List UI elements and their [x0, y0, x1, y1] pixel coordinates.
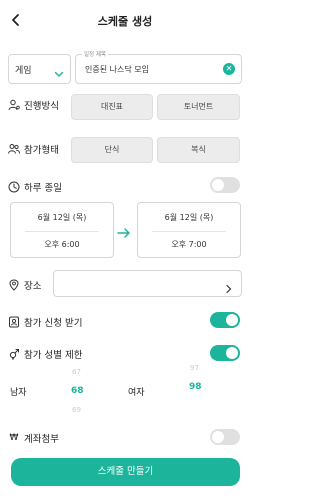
gender-limit-label: 참가 성별 제한: [8, 347, 82, 361]
location-pin-icon: [8, 279, 20, 291]
end-date: 6월 12일 (목): [164, 213, 214, 222]
end-time: 오후 7:00: [171, 240, 207, 249]
create-schedule-button[interactable]: 스케줄 만들기: [11, 458, 240, 486]
person-gear-icon: [8, 99, 20, 111]
account-label: ₩ 계좌첨부: [9, 433, 59, 445]
female-picker-prev[interactable]: 97: [190, 364, 199, 372]
divider: [25, 231, 99, 232]
id-card-icon: [8, 316, 20, 328]
end-datetime[interactable]: 6월 12일 (목) 오후 7:00: [137, 202, 241, 258]
clock-icon: [8, 181, 20, 193]
game-select-value: 게임: [15, 66, 32, 76]
gender-icon: [8, 348, 20, 360]
male-picker-prev[interactable]: 67: [72, 368, 81, 376]
apply-label: 참가 신청 받기: [8, 315, 82, 329]
progress-option-tournament[interactable]: 토너먼트: [157, 94, 240, 120]
male-label: 남자: [10, 388, 27, 398]
people-icon: [8, 143, 20, 155]
participation-option-double[interactable]: 복식: [157, 137, 240, 163]
toggle-knob: [226, 347, 238, 359]
page-title: 스케줄 생성: [97, 15, 153, 28]
male-picker-next[interactable]: 69: [72, 406, 81, 414]
male-picker-selected[interactable]: 68: [71, 386, 84, 396]
schedule-title-value: 인증된 나스닥 모임: [85, 65, 149, 74]
toggle-knob: [212, 431, 224, 443]
arrow-right-icon: [117, 224, 131, 238]
chevron-right-icon: [225, 279, 233, 294]
female-picker-selected[interactable]: 98: [189, 382, 202, 392]
gender-limit-toggle[interactable]: [210, 345, 240, 361]
account-toggle[interactable]: [210, 429, 240, 445]
chevron-down-icon: [54, 64, 64, 77]
toggle-knob: [212, 179, 224, 191]
won-icon: ₩: [9, 433, 19, 443]
schedule-title-label: 일정 제목: [82, 50, 108, 58]
clear-icon[interactable]: ✕: [223, 63, 235, 75]
all-day-toggle[interactable]: [210, 177, 240, 193]
start-date: 6월 12일 (목): [37, 213, 87, 222]
participation-type-label: 참가형태: [8, 142, 59, 156]
header: 스케줄 생성: [0, 0, 250, 40]
place-label: 장소: [8, 278, 41, 292]
place-field[interactable]: [53, 270, 242, 297]
apply-toggle[interactable]: [210, 312, 240, 328]
game-select[interactable]: 게임: [8, 54, 71, 84]
progress-option-bracket[interactable]: 대진표: [71, 94, 153, 120]
participation-option-single[interactable]: 단식: [71, 137, 153, 163]
all-day-label: 하루 종일: [8, 180, 62, 194]
start-time: 오후 6:00: [44, 240, 80, 249]
female-label: 여자: [128, 388, 145, 398]
schedule-title-field[interactable]: 일정 제목 인증된 나스닥 모임 ✕: [75, 50, 242, 84]
toggle-knob: [226, 314, 238, 326]
progress-type-label: 진행방식: [8, 98, 59, 112]
start-datetime[interactable]: 6월 12일 (목) 오후 6:00: [10, 202, 114, 258]
divider: [152, 231, 226, 232]
